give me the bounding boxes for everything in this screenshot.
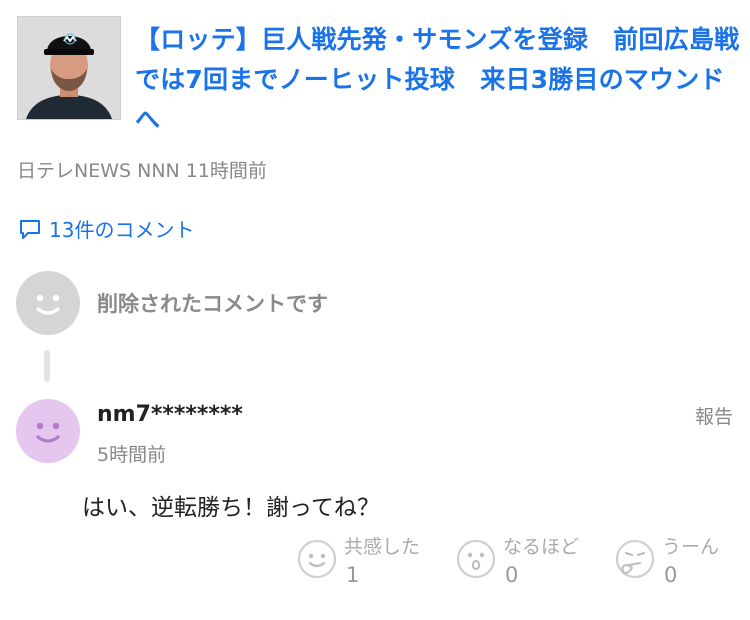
article-headline[interactable]: 【ロッテ】巨人戦先発・サモンズを登録 前回広島戦では7回までノーヒット投球 来日… bbox=[135, 20, 740, 140]
comments-link[interactable]: 13件のコメント bbox=[17, 214, 194, 243]
surprised-face-icon bbox=[456, 539, 496, 579]
comment-username[interactable]: nm7******** bbox=[97, 402, 243, 427]
deleted-comment-text: 削除されたコメントです bbox=[97, 292, 328, 316]
smile-avatar-icon bbox=[36, 294, 60, 315]
reaction-label: なるほど bbox=[503, 536, 580, 558]
report-button[interactable]: 報告 bbox=[695, 402, 733, 429]
reaction-hmm-button[interactable]: うーん 0 bbox=[614, 530, 739, 590]
comment-body: はい、逆転勝ち！謝ってね？ bbox=[82, 495, 380, 521]
article-thumbnail[interactable] bbox=[17, 16, 121, 120]
user-avatar[interactable] bbox=[16, 399, 80, 463]
reaction-empathy-button[interactable]: 共感した 1 bbox=[296, 530, 446, 590]
comment-bubble-icon bbox=[20, 219, 40, 239]
smile-avatar-icon bbox=[36, 422, 60, 443]
deleted-user-avatar bbox=[16, 271, 80, 335]
article-source: 日テレNEWS NNN bbox=[17, 160, 180, 182]
reaction-count: 0 bbox=[505, 563, 519, 587]
player-photo-icon bbox=[18, 17, 120, 119]
comments-link-label: 13件のコメント bbox=[49, 218, 195, 242]
article-time: 11時間前 bbox=[185, 160, 267, 182]
article-header[interactable]: 【ロッテ】巨人戦先発・サモンズを登録 前回広島戦では7回までノーヒット投球 来日… bbox=[17, 16, 740, 140]
reaction-label: 共感した bbox=[344, 536, 421, 558]
reaction-count: 1 bbox=[346, 563, 360, 587]
reaction-label: うーん bbox=[662, 536, 720, 558]
reply-thread-line bbox=[44, 350, 50, 382]
article-meta: 日テレNEWS NNN 11時間前 bbox=[17, 156, 273, 183]
reaction-count: 0 bbox=[664, 563, 678, 587]
thinking-face-icon bbox=[615, 539, 655, 579]
smile-face-icon bbox=[297, 539, 337, 579]
reaction-insight-button[interactable]: なるほど 0 bbox=[455, 530, 605, 590]
comment-time: 5時間前 bbox=[97, 444, 167, 466]
